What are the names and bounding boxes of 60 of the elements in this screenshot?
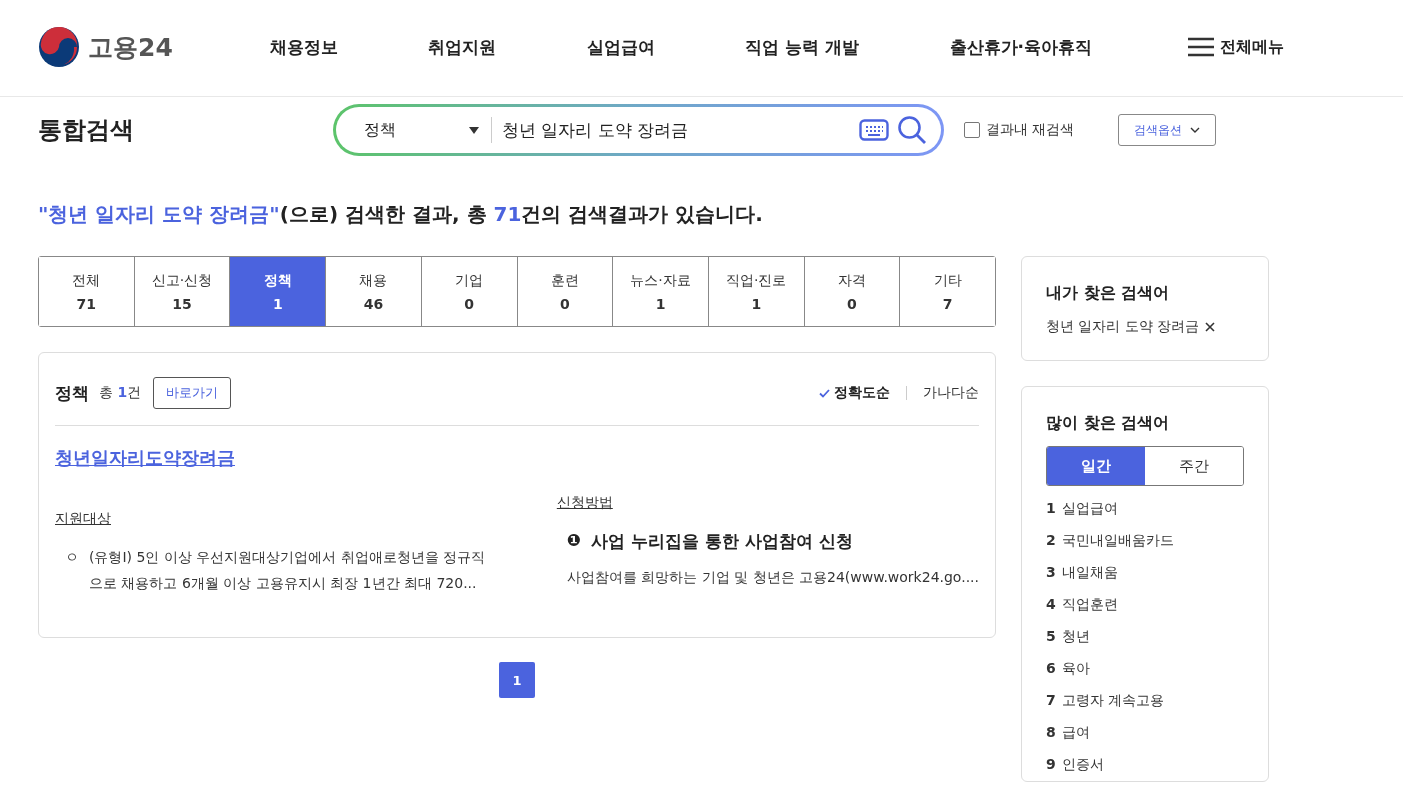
caret-icon bbox=[469, 126, 479, 134]
period-tab[interactable]: 일간 bbox=[1047, 447, 1145, 485]
popular-search-term[interactable]: 청년 bbox=[1061, 628, 1090, 646]
field-label: 신청방법 bbox=[556, 494, 614, 512]
nav-link[interactable]: 직업 능력 개발 bbox=[745, 35, 860, 59]
rank-number: 1 bbox=[1046, 500, 1056, 518]
panel-title: 내가 찾은 검색어 bbox=[1046, 283, 1171, 304]
bullet: ㅇ bbox=[65, 548, 79, 567]
result-title-link[interactable]: 청년일자리도약장려금 bbox=[55, 446, 235, 470]
field-text: (유형I) 5인 이상 우선지원대상기업에서 취업애로청년을 정규직으로 채용하고 6개월 이상 고용유지시 최장 1년간 최대 720... bbox=[89, 548, 487, 593]
category-dropdown[interactable]: 정책 bbox=[358, 117, 492, 143]
nav-link[interactable]: 취업지원 bbox=[428, 35, 497, 59]
rank-number: 4 bbox=[1046, 596, 1056, 614]
popular-search-term[interactable]: 실업급여 bbox=[1061, 500, 1118, 518]
rank-number: 7 bbox=[1046, 692, 1056, 710]
result-summary: "청년 일자리 도약 장려금"(으로) 검색한 결과, 총 71건의 검색결과가 있습니다. bbox=[38, 201, 764, 228]
section-title: 정책 bbox=[55, 381, 89, 405]
chevron-down-icon bbox=[1190, 127, 1201, 133]
checkbox-label: 결과내 재검색 bbox=[986, 121, 1075, 139]
rank-number: 8 bbox=[1046, 724, 1056, 742]
popular-search-term[interactable]: 급여 bbox=[1061, 724, 1090, 742]
check-icon bbox=[819, 388, 830, 398]
page-title: 통합검색 bbox=[38, 115, 135, 146]
rank-number: 2 bbox=[1046, 532, 1056, 550]
keyboard-icon[interactable] bbox=[859, 119, 889, 141]
nav-link[interactable]: 채용정보 bbox=[270, 35, 338, 59]
search-field[interactable]: 정책 청년 일자리 도약 장려금 bbox=[333, 104, 944, 156]
popular-search-term[interactable]: 고령자 계속고용 bbox=[1061, 692, 1165, 710]
rank-number: 5 bbox=[1046, 628, 1056, 646]
panel-title: 많이 찾은 검색어 bbox=[1046, 413, 1171, 434]
popular-search-term[interactable]: 인증서 bbox=[1061, 756, 1104, 774]
rank-number: 3 bbox=[1046, 564, 1056, 582]
checkbox[interactable] bbox=[964, 122, 980, 138]
page-button[interactable]: 1 bbox=[499, 662, 535, 698]
rank-number: 9 bbox=[1046, 756, 1056, 774]
search-icon[interactable] bbox=[897, 115, 927, 145]
step-title: 사업 누리집을 통한 사업참여 신청 bbox=[591, 530, 853, 553]
step-number: ❶ bbox=[566, 530, 582, 552]
goto-button[interactable]: 바로가기 bbox=[153, 377, 232, 409]
sort-option[interactable]: 정확도순 bbox=[819, 384, 890, 402]
sort-option[interactable]: 가나다순 bbox=[923, 384, 979, 402]
menu-icon bbox=[1188, 37, 1214, 57]
result-count: 총 1건 bbox=[99, 384, 142, 402]
popular-search-term[interactable]: 직업훈련 bbox=[1061, 596, 1118, 614]
logo-icon[interactable] bbox=[38, 26, 80, 68]
field-text: 사업참여를 희망하는 기업 및 청년은 고용24(www.work24.go.... bbox=[565, 569, 979, 587]
nav-link[interactable]: 출산휴가·육아휴직 bbox=[949, 35, 1092, 59]
search-options-button[interactable]: 검색옵션 bbox=[1118, 114, 1217, 146]
category-tab[interactable]: 전체 71 bbox=[39, 257, 135, 326]
popular-search-term[interactable]: 육아 bbox=[1061, 660, 1090, 678]
all-menu-button[interactable]: 전체메뉴 bbox=[1188, 36, 1284, 58]
field-label: 지원대상 bbox=[55, 510, 112, 528]
popular-search-term[interactable]: 내일채움 bbox=[1061, 564, 1118, 582]
recent-search-term[interactable]: 청년 일자리 도약 장려금 bbox=[1046, 318, 1200, 336]
rank-number: 6 bbox=[1046, 660, 1056, 678]
category-tab[interactable]: 정책 1 bbox=[230, 257, 327, 326]
logo-text[interactable]: 고용24 bbox=[88, 30, 173, 64]
close-icon bbox=[1205, 322, 1216, 332]
popular-search-term[interactable]: 국민내일배움카드 bbox=[1061, 532, 1174, 550]
nav-link[interactable]: 실업급여 bbox=[586, 35, 655, 59]
